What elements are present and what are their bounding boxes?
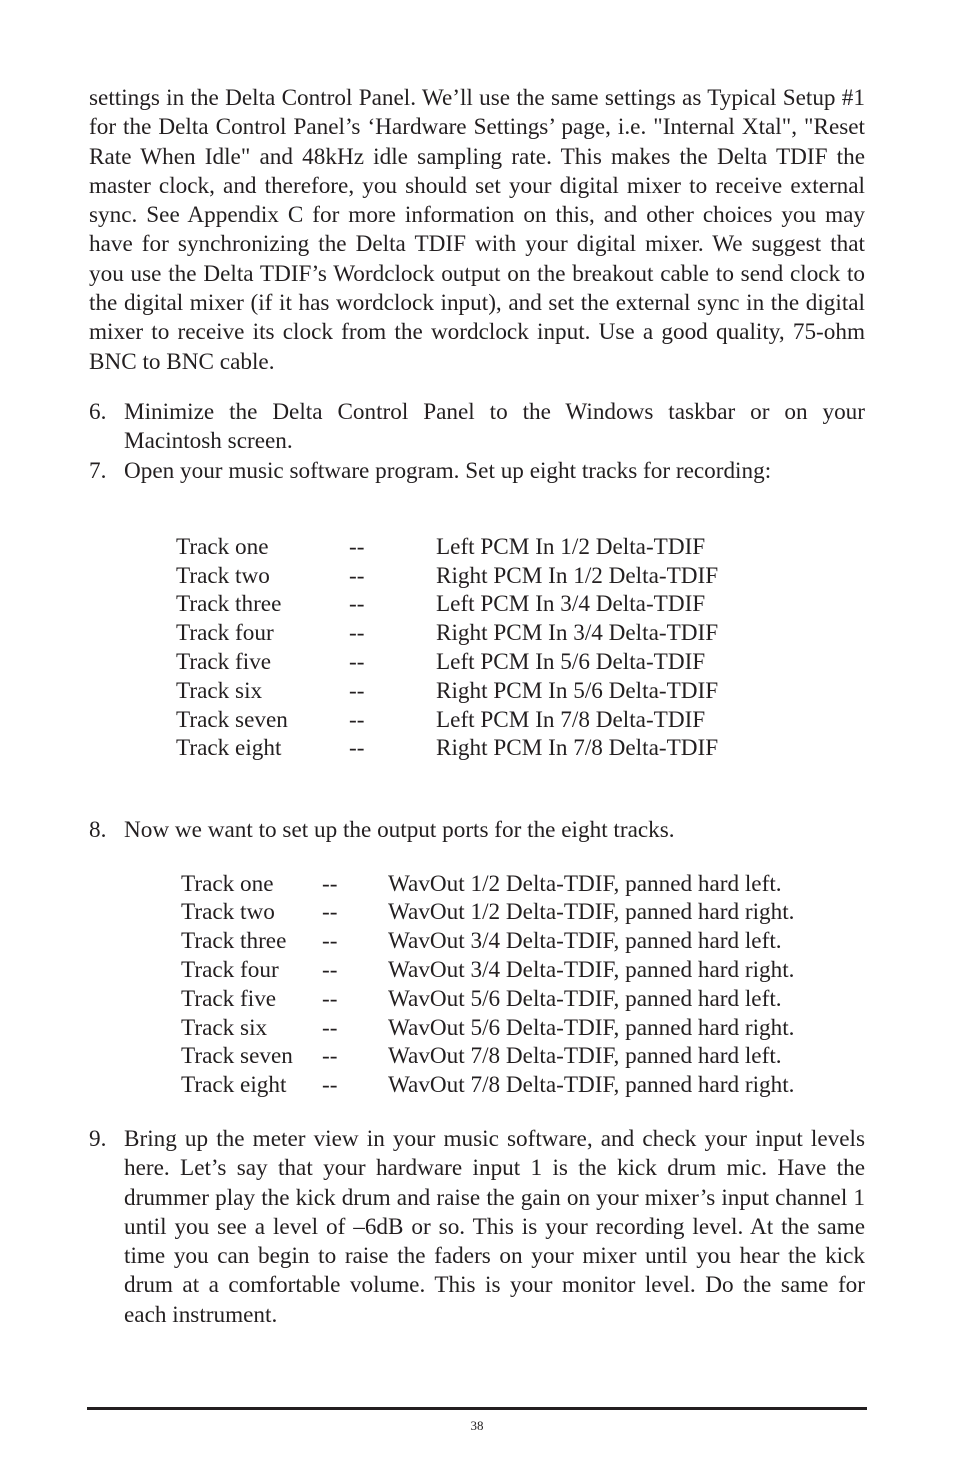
separator: -- — [349, 562, 365, 589]
separator: -- — [322, 1014, 338, 1041]
separator: -- — [349, 533, 365, 560]
separator: -- — [349, 591, 365, 618]
separator: -- — [322, 956, 338, 983]
footer-rule — [87, 1407, 867, 1410]
table-row: Track three -- Left PCM In 3/4 Delta-TDIF — [176, 590, 718, 619]
port-assignment: WavOut 5/6 Delta-TDIF, panned hard left. — [388, 985, 782, 1012]
track-name: Track one — [181, 870, 274, 897]
port-assignment: WavOut 5/6 Delta-TDIF, panned hard right… — [388, 1014, 795, 1041]
step-text: Bring up the meter view in your music so… — [124, 1125, 865, 1328]
track-name: Track three — [181, 928, 287, 955]
separator: -- — [322, 985, 338, 1012]
table-row: Track two -- WavOut 1/2 Delta-TDIF, panned… — [181, 898, 794, 927]
step-8: 8. Now we want to set up the output port… — [89, 816, 865, 845]
track-name: Track two — [181, 899, 275, 926]
track-name: Track five — [176, 649, 272, 676]
separator: -- — [322, 1043, 338, 1070]
table-row: Track six -- Right PCM In 5/6 Delta-TDIF — [176, 677, 718, 706]
port-assignment: Right PCM In 3/4 Delta-TDIF — [436, 620, 719, 647]
port-assignment: Right PCM In 1/2 Delta-TDIF — [436, 562, 719, 589]
separator: -- — [349, 706, 365, 733]
port-assignment: Left PCM In 3/4 Delta-TDIF — [436, 591, 706, 618]
step-text: Now we want to set up the output ports f… — [124, 817, 675, 844]
steps-list-b: 8. Now we want to set up the output port… — [89, 816, 865, 845]
track-name: Track three — [176, 591, 282, 618]
table-row: Track four -- WavOut 3/4 Delta-TDIF, panne… — [181, 956, 794, 985]
table-row: Track five -- WavOut 5/6 Delta-TDIF, panne… — [181, 985, 794, 1014]
table-row: Track six -- WavOut 5/6 Delta-TDIF, panned… — [181, 1014, 794, 1043]
steps-list-c: 9. Bring up the meter view in your music… — [89, 1125, 865, 1330]
step-6: 6. Minimize the Delta Control Panel to t… — [89, 398, 865, 457]
step-7: 7. Open your music software program. Set… — [89, 457, 865, 486]
separator: -- — [322, 928, 338, 955]
track-name: Track six — [181, 1014, 268, 1041]
table-row: Track seven -- WavOut 7/8 Delta-TDIF, pann… — [181, 1042, 794, 1071]
port-assignment: Left PCM In 7/8 Delta-TDIF — [436, 706, 706, 733]
table-row: Track three -- WavOut 3/4 Delta-TDIF, pann… — [181, 927, 794, 956]
step-number: 8. — [89, 817, 107, 844]
track-name: Track eight — [181, 1072, 287, 1099]
step-number: 9. — [89, 1125, 107, 1152]
track-name: Track six — [176, 677, 263, 704]
port-assignment: Right PCM In 5/6 Delta-TDIF — [436, 677, 719, 704]
step-9: 9. Bring up the meter view in your music… — [89, 1125, 865, 1330]
step-number: 6. — [89, 398, 107, 425]
table-row: Track eight -- WavOut 7/8 Delta-TDIF, pann… — [181, 1071, 794, 1100]
port-assignment: WavOut 7/8 Delta-TDIF, panned hard right… — [388, 1072, 795, 1099]
track-name: Track four — [176, 620, 274, 647]
page-body: settings in the Delta Control Panel. We’… — [89, 84, 865, 1330]
port-assignment: WavOut 3/4 Delta-TDIF, panned hard right… — [388, 956, 795, 983]
step-number: 7. — [89, 457, 107, 484]
table-row: Track five -- Left PCM In 5/6 Delta-TDIF — [176, 648, 718, 677]
intro-paragraph: settings in the Delta Control Panel. We’… — [89, 85, 865, 375]
track-name: Track eight — [176, 735, 282, 762]
port-assignment: WavOut 3/4 Delta-TDIF, panned hard left. — [388, 928, 782, 955]
table-row: Track seven -- Left PCM In 7/8 Delta-TDIF — [176, 706, 718, 735]
input-assignment-table: Track one -- Left PCM In 1/2 Delta-TDIF Tra… — [176, 533, 718, 763]
port-assignment: Left PCM In 5/6 Delta-TDIF — [436, 649, 706, 676]
separator: -- — [322, 1072, 338, 1099]
table-row: Track one -- WavOut 1/2 Delta-TDIF, panned… — [181, 870, 794, 899]
track-name: Track four — [181, 956, 279, 983]
table-row: Track four -- Right PCM In 3/4 Delta-TDIF — [176, 619, 718, 648]
separator: -- — [322, 899, 338, 926]
track-name: Track one — [176, 533, 269, 560]
table-row: Track eight -- Right PCM In 7/8 Delta-TDIF — [176, 734, 718, 763]
track-name: Track five — [181, 985, 277, 1012]
port-assignment: WavOut 7/8 Delta-TDIF, panned hard left. — [388, 1043, 782, 1070]
table-row: Track one -- Left PCM In 1/2 Delta-TDIF — [176, 533, 718, 562]
port-assignment: WavOut 1/2 Delta-TDIF, panned hard left. — [388, 870, 782, 897]
output-assignment-table: Track one -- WavOut 1/2 Delta-TDIF, panned… — [181, 870, 794, 1100]
separator: -- — [349, 649, 365, 676]
steps-list-a: 6. Minimize the Delta Control Panel to t… — [89, 398, 865, 486]
separator: -- — [349, 620, 365, 647]
step-text: Open your music software program. Set up… — [124, 457, 772, 484]
separator: -- — [322, 870, 338, 897]
page-number: 38 — [470, 1418, 484, 1433]
separator: -- — [349, 735, 365, 762]
table-row: Track two -- Right PCM In 1/2 Delta-TDIF — [176, 562, 718, 591]
port-assignment: Right PCM In 7/8 Delta-TDIF — [436, 735, 719, 762]
track-name: Track seven — [176, 706, 288, 733]
separator: -- — [349, 677, 365, 704]
step-text: Minimize the Delta Control Panel to the … — [124, 398, 865, 455]
track-name: Track two — [176, 562, 270, 589]
track-name: Track seven — [181, 1043, 293, 1070]
port-assignment: Left PCM In 1/2 Delta-TDIF — [436, 533, 706, 560]
port-assignment: WavOut 1/2 Delta-TDIF, panned hard right… — [388, 899, 795, 926]
